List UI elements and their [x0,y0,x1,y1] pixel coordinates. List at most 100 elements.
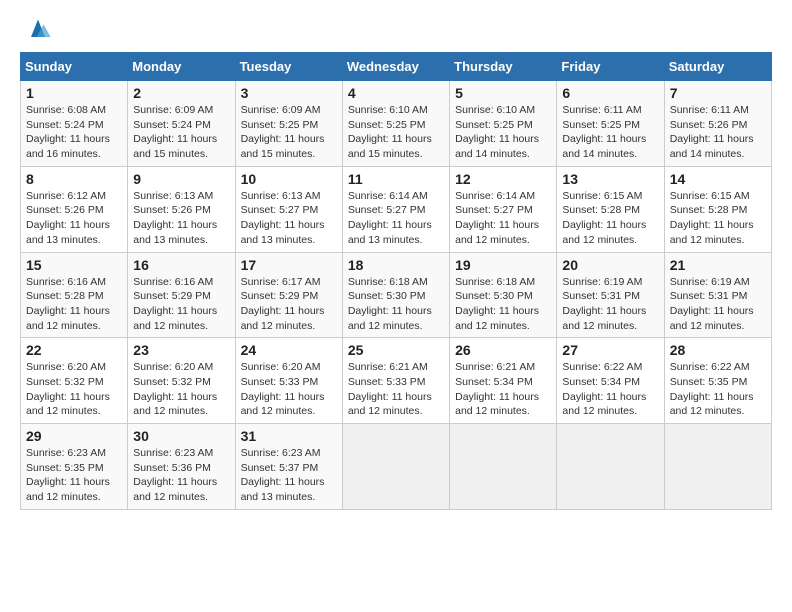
day-info: Sunrise: 6:22 AMSunset: 5:35 PMDaylight:… [670,360,766,419]
day-info: Sunrise: 6:13 AMSunset: 5:26 PMDaylight:… [133,189,229,248]
day-number: 1 [26,85,122,101]
day-info: Sunrise: 6:23 AMSunset: 5:36 PMDaylight:… [133,446,229,505]
day-number: 26 [455,342,551,358]
day-number: 19 [455,257,551,273]
logo-icon [24,16,52,44]
day-info: Sunrise: 6:20 AMSunset: 5:32 PMDaylight:… [26,360,122,419]
day-info: Sunrise: 6:18 AMSunset: 5:30 PMDaylight:… [455,275,551,334]
calendar-cell: 12Sunrise: 6:14 AMSunset: 5:27 PMDayligh… [450,166,557,252]
day-number: 13 [562,171,658,187]
day-info: Sunrise: 6:19 AMSunset: 5:31 PMDaylight:… [562,275,658,334]
calendar-cell: 21 Sunrise: 6:19 AMSunset: 5:31 PMDayligh… [664,252,771,338]
header-sunday: Sunday [21,53,128,81]
page-header [20,16,772,44]
day-number: 30 [133,428,229,444]
day-number: 28 [670,342,766,358]
calendar-week-4: 22 Sunrise: 6:20 AMSunset: 5:32 PMDayligh… [21,338,772,424]
day-number: 3 [241,85,337,101]
calendar-cell: 31 Sunrise: 6:23 AMSunset: 5:37 PMDayligh… [235,424,342,510]
calendar-cell: 9 Sunrise: 6:13 AMSunset: 5:26 PMDaylight… [128,166,235,252]
day-info: Sunrise: 6:09 AMSunset: 5:25 PMDaylight:… [241,103,337,162]
day-info: Sunrise: 6:23 AMSunset: 5:35 PMDaylight:… [26,446,122,505]
day-number: 27 [562,342,658,358]
calendar-cell: 5Sunrise: 6:10 AMSunset: 5:25 PMDaylight… [450,81,557,167]
day-info: Sunrise: 6:22 AMSunset: 5:34 PMDaylight:… [562,360,658,419]
calendar-cell: 11Sunrise: 6:14 AMSunset: 5:27 PMDayligh… [342,166,449,252]
day-info: Sunrise: 6:18 AMSunset: 5:30 PMDaylight:… [348,275,444,334]
calendar-cell: 19 Sunrise: 6:18 AMSunset: 5:30 PMDayligh… [450,252,557,338]
calendar-cell: 4 Sunrise: 6:10 AMSunset: 5:25 PMDaylight… [342,81,449,167]
calendar-cell: 1 Sunrise: 6:08 AMSunset: 5:24 PMDaylight… [21,81,128,167]
calendar-week-3: 15Sunrise: 6:16 AMSunset: 5:28 PMDayligh… [21,252,772,338]
day-info: Sunrise: 6:08 AMSunset: 5:24 PMDaylight:… [26,103,122,162]
day-number: 2 [133,85,229,101]
calendar-cell: 3 Sunrise: 6:09 AMSunset: 5:25 PMDaylight… [235,81,342,167]
day-info: Sunrise: 6:16 AMSunset: 5:28 PMDaylight:… [26,275,122,334]
day-number: 23 [133,342,229,358]
calendar-cell: 24 Sunrise: 6:20 AMSunset: 5:33 PMDayligh… [235,338,342,424]
day-info: Sunrise: 6:21 AMSunset: 5:33 PMDaylight:… [348,360,444,419]
calendar-week-5: 29 Sunrise: 6:23 AMSunset: 5:35 PMDayligh… [21,424,772,510]
calendar-cell: 28 Sunrise: 6:22 AMSunset: 5:35 PMDayligh… [664,338,771,424]
calendar-cell: 20 Sunrise: 6:19 AMSunset: 5:31 PMDayligh… [557,252,664,338]
calendar-week-1: 1 Sunrise: 6:08 AMSunset: 5:24 PMDaylight… [21,81,772,167]
calendar-cell: 25 Sunrise: 6:21 AMSunset: 5:33 PMDayligh… [342,338,449,424]
day-info: Sunrise: 6:15 AMSunset: 5:28 PMDaylight:… [670,189,766,248]
day-info: Sunrise: 6:16 AMSunset: 5:29 PMDaylight:… [133,275,229,334]
calendar-cell: 2Sunrise: 6:09 AMSunset: 5:24 PMDaylight… [128,81,235,167]
calendar-header-row: SundayMondayTuesdayWednesdayThursdayFrid… [21,53,772,81]
logo [20,20,52,44]
day-info: Sunrise: 6:15 AMSunset: 5:28 PMDaylight:… [562,189,658,248]
day-number: 31 [241,428,337,444]
day-number: 20 [562,257,658,273]
calendar-cell: 17Sunrise: 6:17 AMSunset: 5:29 PMDayligh… [235,252,342,338]
day-number: 9 [133,171,229,187]
header-thursday: Thursday [450,53,557,81]
day-info: Sunrise: 6:11 AMSunset: 5:25 PMDaylight:… [562,103,658,162]
calendar-cell: 27 Sunrise: 6:22 AMSunset: 5:34 PMDayligh… [557,338,664,424]
calendar-cell [664,424,771,510]
calendar-week-2: 8Sunrise: 6:12 AMSunset: 5:26 PMDaylight… [21,166,772,252]
calendar-cell [342,424,449,510]
day-info: Sunrise: 6:12 AMSunset: 5:26 PMDaylight:… [26,189,122,248]
calendar-cell: 16 Sunrise: 6:16 AMSunset: 5:29 PMDayligh… [128,252,235,338]
day-number: 25 [348,342,444,358]
calendar-cell: 22 Sunrise: 6:20 AMSunset: 5:32 PMDayligh… [21,338,128,424]
day-number: 22 [26,342,122,358]
calendar-cell: 7 Sunrise: 6:11 AMSunset: 5:26 PMDaylight… [664,81,771,167]
calendar-cell: 15Sunrise: 6:16 AMSunset: 5:28 PMDayligh… [21,252,128,338]
day-info: Sunrise: 6:10 AMSunset: 5:25 PMDaylight:… [348,103,444,162]
day-number: 24 [241,342,337,358]
calendar-cell [557,424,664,510]
calendar-cell: 8Sunrise: 6:12 AMSunset: 5:26 PMDaylight… [21,166,128,252]
calendar-cell: 29 Sunrise: 6:23 AMSunset: 5:35 PMDayligh… [21,424,128,510]
day-number: 7 [670,85,766,101]
header-tuesday: Tuesday [235,53,342,81]
header-wednesday: Wednesday [342,53,449,81]
calendar-cell: 30 Sunrise: 6:23 AMSunset: 5:36 PMDayligh… [128,424,235,510]
day-number: 5 [455,85,551,101]
calendar-cell: 10 Sunrise: 6:13 AMSunset: 5:27 PMDayligh… [235,166,342,252]
day-number: 4 [348,85,444,101]
calendar-table: SundayMondayTuesdayWednesdayThursdayFrid… [20,52,772,510]
day-info: Sunrise: 6:20 AMSunset: 5:33 PMDaylight:… [241,360,337,419]
day-number: 10 [241,171,337,187]
day-number: 21 [670,257,766,273]
day-number: 16 [133,257,229,273]
calendar-cell: 6Sunrise: 6:11 AMSunset: 5:25 PMDaylight… [557,81,664,167]
day-info: Sunrise: 6:13 AMSunset: 5:27 PMDaylight:… [241,189,337,248]
day-number: 29 [26,428,122,444]
header-monday: Monday [128,53,235,81]
day-info: Sunrise: 6:19 AMSunset: 5:31 PMDaylight:… [670,275,766,334]
calendar-cell: 14 Sunrise: 6:15 AMSunset: 5:28 PMDayligh… [664,166,771,252]
calendar-cell: 26 Sunrise: 6:21 AMSunset: 5:34 PMDayligh… [450,338,557,424]
day-info: Sunrise: 6:17 AMSunset: 5:29 PMDaylight:… [241,275,337,334]
calendar-cell: 18 Sunrise: 6:18 AMSunset: 5:30 PMDayligh… [342,252,449,338]
day-info: Sunrise: 6:11 AMSunset: 5:26 PMDaylight:… [670,103,766,162]
calendar-cell [450,424,557,510]
day-number: 18 [348,257,444,273]
day-info: Sunrise: 6:21 AMSunset: 5:34 PMDaylight:… [455,360,551,419]
day-number: 14 [670,171,766,187]
header-friday: Friday [557,53,664,81]
day-info: Sunrise: 6:23 AMSunset: 5:37 PMDaylight:… [241,446,337,505]
